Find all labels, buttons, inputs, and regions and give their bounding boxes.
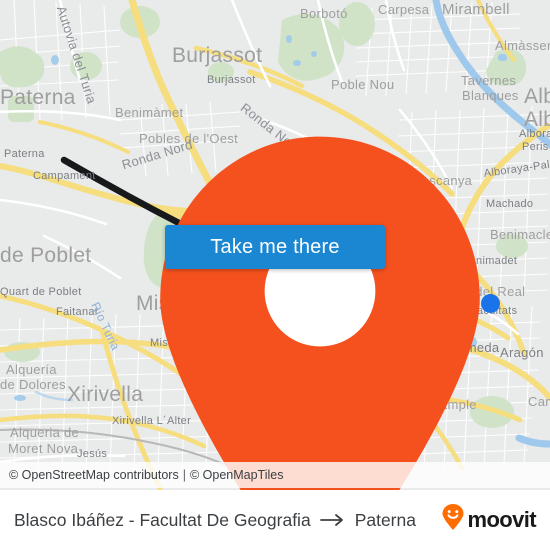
trip-summary: Blasco Ibáñez - Facultat De Geografia Pa… [14, 510, 416, 531]
destination-dot-icon[interactable] [481, 294, 500, 313]
trip-footer: Blasco Ibáñez - Facultat De Geografia Pa… [0, 490, 550, 550]
map-pin-icon[interactable] [45, 126, 480, 490]
attribution-separator: | [182, 468, 186, 482]
attribution-tiles[interactable]: © OpenMapTiles [190, 468, 284, 482]
trip-destination-label: Paterna [354, 509, 416, 530]
trip-origin-label: Blasco Ibáñez - Facultat De Geografia [14, 509, 311, 530]
moovit-trip-screenshot: Autovia del Turia Borbotó Carpesa Mirambell… [0, 0, 550, 550]
moovit-pin-icon [441, 504, 465, 536]
moovit-wordmark: moovit [467, 507, 536, 532]
map-canvas[interactable]: Autovia del Turia Borbotó Carpesa Mirambell… [0, 0, 550, 490]
moovit-logo[interactable]: moovit [441, 504, 537, 536]
map-attribution: © OpenStreetMap contributors | © OpenMap… [0, 462, 550, 488]
arrow-right-icon [319, 513, 346, 527]
take-me-there-button[interactable]: Take me there [165, 225, 385, 269]
attribution-osm[interactable]: © OpenStreetMap contributors [9, 468, 179, 482]
